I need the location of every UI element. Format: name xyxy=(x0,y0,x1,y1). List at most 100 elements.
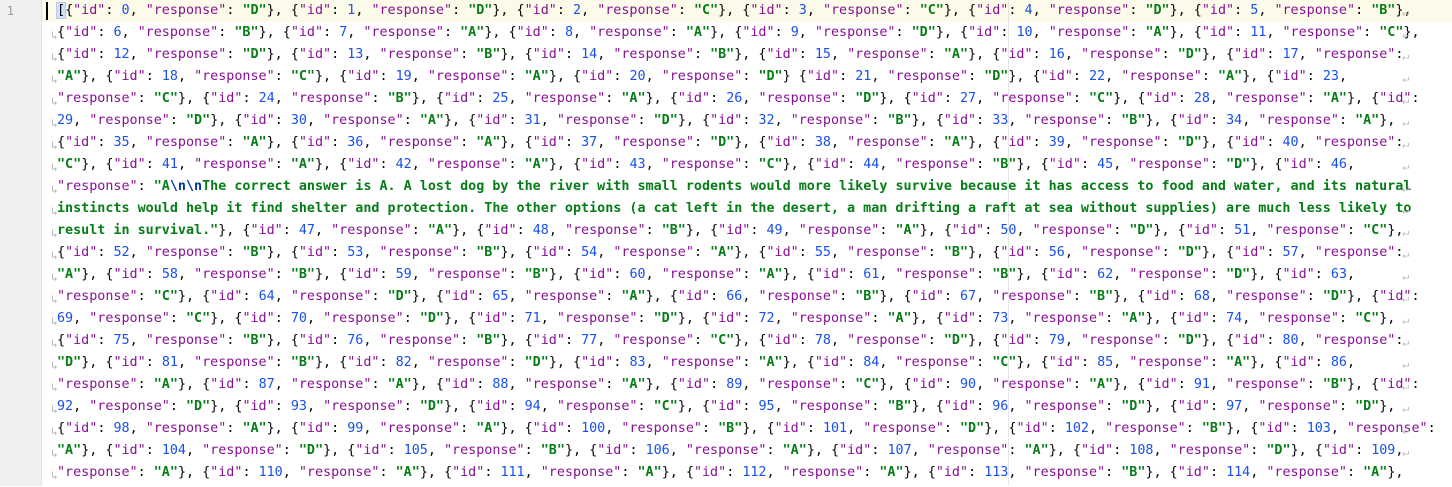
code-token: , xyxy=(177,157,195,172)
code-token: : xyxy=(1411,91,1420,106)
code-token: }, { xyxy=(879,289,912,304)
code-token: , xyxy=(129,333,146,348)
code-token: "id" xyxy=(677,91,711,106)
code-token: "A" xyxy=(1355,113,1380,128)
code-token: : xyxy=(1266,135,1283,150)
code-token: : xyxy=(524,443,541,458)
code-token: }, { xyxy=(806,443,840,458)
code-token: 93 xyxy=(290,399,307,414)
code-token: "response" xyxy=(782,465,864,480)
code-token: }, { xyxy=(500,47,533,62)
code-token: 85 xyxy=(1097,355,1114,370)
code-token: 80 xyxy=(1282,333,1299,348)
code-token: "response" xyxy=(1266,223,1347,238)
code-line-text: {"id": 35, "response": "A"}, {"id": 36, … xyxy=(57,132,1403,154)
line-number: 1 xyxy=(6,4,14,18)
code-token: "A" xyxy=(621,289,646,304)
code-token: "id" xyxy=(210,289,243,304)
code-token: "id" xyxy=(532,135,565,150)
code-token: , xyxy=(1209,91,1227,106)
code-token: 72 xyxy=(758,311,775,326)
code-token: : xyxy=(726,465,743,480)
code-token: "id" xyxy=(347,157,380,172)
code-token: : xyxy=(1113,223,1130,238)
code-token: "D" xyxy=(653,311,678,326)
code-token: "id" xyxy=(1080,443,1114,458)
code-token: 59 xyxy=(395,267,412,282)
code-token: 91 xyxy=(1193,377,1210,392)
code-token: }, { xyxy=(81,157,114,172)
code-token: "A" xyxy=(242,135,267,150)
code-token: : xyxy=(710,289,727,304)
code-token: "response" xyxy=(444,443,525,458)
code-token: , xyxy=(1008,465,1025,480)
code-token: 70 xyxy=(290,311,307,326)
code-token: 14 xyxy=(581,47,598,62)
code-token: "response" xyxy=(89,311,170,326)
code-token: }, { xyxy=(1008,69,1041,84)
code-token: "id" xyxy=(65,421,98,436)
code-token: "response" xyxy=(758,289,840,304)
code-token: , xyxy=(411,69,428,84)
code-token: : xyxy=(331,135,348,150)
code-token: , xyxy=(363,333,380,348)
code-token: }, { xyxy=(903,465,936,480)
code-token: }, { xyxy=(1016,267,1049,282)
code-token: , xyxy=(1209,377,1227,392)
code-token: , xyxy=(315,223,332,238)
code-token: 84 xyxy=(863,355,880,370)
code-token: }, { xyxy=(210,311,243,326)
code-token: "id" xyxy=(532,47,565,62)
code-token: "response" xyxy=(847,333,928,348)
code-token: }, { xyxy=(548,355,582,370)
code-token: { xyxy=(57,333,66,348)
code-token: : xyxy=(1314,267,1331,282)
code-token: }, { xyxy=(484,25,517,40)
code-token: }, { xyxy=(411,377,444,392)
code-token: : xyxy=(476,377,493,392)
code-token: "A" xyxy=(1363,465,1388,480)
code-token: : xyxy=(742,113,759,128)
code-token: 37 xyxy=(581,135,598,150)
code-token: "B" xyxy=(887,399,912,414)
code-token: "id" xyxy=(1282,355,1315,370)
code-token: : xyxy=(282,223,299,238)
code-token: "id" xyxy=(484,223,517,238)
code-token: "D" xyxy=(1177,135,1202,150)
code-editor[interactable]: [{"id": 0, "response": "D"}, {"id": 1, "… xyxy=(42,0,1452,486)
code-token: : xyxy=(476,91,493,106)
code-token: }, { xyxy=(782,157,815,172)
code-token: }, { xyxy=(661,465,694,480)
code-token: : xyxy=(1008,443,1025,458)
code-token: "response" xyxy=(661,157,743,172)
code-token: : xyxy=(1250,443,1267,458)
code-token: "id" xyxy=(1282,157,1315,172)
code-token: "response" xyxy=(798,223,880,238)
code-token: "D" xyxy=(1177,245,1202,260)
code-token: , xyxy=(976,91,993,106)
code-token: , xyxy=(847,421,864,436)
code-token: }, { xyxy=(911,113,944,128)
code-token: "id" xyxy=(806,69,840,84)
code-token: "response" xyxy=(194,69,275,84)
code-token: "id" xyxy=(516,25,549,40)
code-token: "D" xyxy=(1226,267,1251,282)
code-token: : xyxy=(1306,69,1323,84)
code-token: { xyxy=(65,3,74,18)
code-line-text: {"id": 75, "response": "B"}, {"id": 76, … xyxy=(57,330,1403,352)
code-token: }, { xyxy=(492,3,525,18)
code-token: : xyxy=(693,333,711,348)
code-token: "D" xyxy=(419,311,444,326)
line-number-gutter[interactable]: 1 xyxy=(0,0,42,486)
code-token: "id" xyxy=(210,377,243,392)
code-token: { xyxy=(57,245,66,260)
code-token: : xyxy=(1048,421,1065,436)
code-token: : xyxy=(508,113,525,128)
code-token: : xyxy=(379,267,396,282)
code-token: : xyxy=(564,421,582,436)
code-token: }, { xyxy=(879,377,912,392)
code-token: , xyxy=(129,245,146,260)
code-token: }, { xyxy=(81,267,114,282)
code-token: , xyxy=(597,47,614,62)
code-token: 36 xyxy=(347,135,364,150)
